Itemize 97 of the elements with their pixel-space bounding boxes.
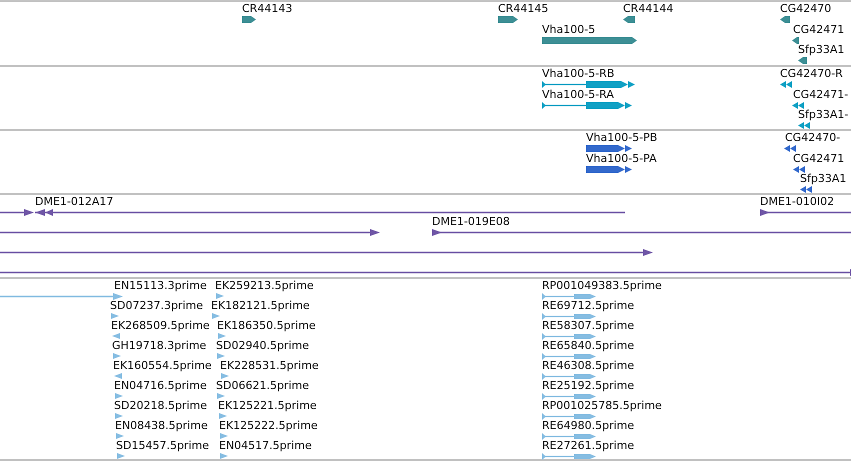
- protein-glyph[interactable]: [800, 186, 810, 193]
- est-glyph[interactable]: [115, 413, 123, 419]
- feature-label: EK259213.5prime: [215, 280, 314, 292]
- gene-glyph[interactable]: [242, 16, 256, 23]
- transcript-glyph[interactable]: [542, 81, 637, 88]
- feature-label: DME1-012A17: [35, 196, 114, 208]
- est-glyph[interactable]: [218, 333, 226, 339]
- feature-label: RE69712.5prime: [542, 300, 634, 312]
- est-glyph[interactable]: [217, 353, 225, 359]
- feature-label: EK125222.5prime: [219, 420, 318, 432]
- gene-glyph[interactable]: [498, 16, 518, 23]
- gene-glyph[interactable]: [623, 16, 635, 23]
- feature-label: EN15113.3prime: [114, 280, 207, 292]
- feature-label: GH19718.3prime: [112, 340, 206, 352]
- feature-label: EN08438.5prime: [115, 420, 208, 432]
- est-glyph[interactable]: [219, 413, 227, 419]
- est-glyph[interactable]: [212, 313, 220, 319]
- est-glyph[interactable]: [112, 333, 120, 339]
- protein-glyph[interactable]: [586, 166, 634, 172]
- est-glyph[interactable]: [542, 353, 596, 360]
- feature-label: Vha100-5-PA: [586, 152, 657, 164]
- est-glyph[interactable]: [116, 433, 124, 439]
- feature-label: DME1-010I02: [760, 196, 834, 208]
- est-glyph[interactable]: [115, 393, 123, 399]
- feature-label: SD07237.3prime: [110, 300, 203, 312]
- est-glyph[interactable]: [111, 313, 119, 319]
- est-glyph[interactable]: [220, 453, 228, 459]
- feature-label: RE64980.5prime: [542, 420, 634, 432]
- est-glyph[interactable]: [542, 293, 596, 300]
- feature-label: SD06621.5prime: [216, 380, 309, 392]
- feature-label: RE46308.5prime: [542, 360, 634, 372]
- feature-label: Vha100-5-PB: [586, 132, 658, 144]
- clone-glyph[interactable]: [35, 209, 625, 216]
- feature-label: CR44144: [623, 3, 674, 15]
- feature-label: SD15457.5prime: [116, 440, 209, 452]
- feature-label: RP001025785.5prime: [542, 400, 662, 412]
- feature-label: Sfp33A1-: [798, 109, 848, 121]
- feature-label: EN04716.5prime: [114, 380, 207, 392]
- est-glyph[interactable]: [113, 353, 121, 359]
- feature-label: CG42471: [793, 24, 844, 36]
- feature-label: Vha100-5: [542, 24, 596, 36]
- gene-glyph[interactable]: [780, 16, 790, 23]
- est-glyph[interactable]: [542, 453, 596, 460]
- feature-label: Vha100-5-RA: [542, 88, 614, 100]
- gene-glyph[interactable]: [792, 36, 799, 44]
- est-glyph[interactable]: [542, 393, 596, 400]
- clone-glyph[interactable]: [432, 229, 851, 236]
- feature-label: CG42470-R: [780, 68, 843, 80]
- clone-glyph[interactable]: [0, 209, 34, 216]
- clone-glyph[interactable]: [760, 209, 851, 216]
- est-glyph[interactable]: [217, 393, 225, 399]
- feature-label: RE58307.5prime: [542, 320, 634, 332]
- protein-glyph[interactable]: [586, 145, 634, 152]
- est-glyph[interactable]: [221, 373, 229, 379]
- feature-label: SD02940.5prime: [216, 340, 309, 352]
- est-glyph[interactable]: [542, 413, 596, 420]
- feature-label: Sfp33A1: [800, 173, 846, 185]
- feature-label: RP001049383.5prime: [542, 280, 662, 292]
- feature-label: RE27261.5prime: [542, 440, 634, 452]
- feature-label: CR44143: [242, 3, 292, 15]
- feature-label: EN04517.5prime: [219, 440, 312, 452]
- est-glyph[interactable]: [216, 293, 224, 299]
- est-glyph[interactable]: [542, 373, 596, 380]
- transcript-glyph[interactable]: [542, 102, 634, 108]
- est-glyph[interactable]: [114, 373, 122, 379]
- gene-glyph[interactable]: [542, 36, 637, 44]
- est-glyph[interactable]: [542, 333, 596, 340]
- feature-label: DME1-019E08: [432, 216, 510, 228]
- feature-label: SD20218.5prime: [114, 400, 207, 412]
- feature-label: CG42471: [793, 152, 844, 164]
- clone-glyph[interactable]: [0, 249, 653, 256]
- clone-glyph[interactable]: [0, 269, 851, 276]
- feature-label: RE25192.5prime: [542, 380, 634, 392]
- feature-label: EK125221.5prime: [218, 400, 317, 412]
- feature-label: CR44145: [498, 3, 548, 15]
- feature-label: EK160554.5prime: [113, 360, 212, 372]
- feature-label: RE65840.5prime: [542, 340, 634, 352]
- feature-label: Vha100-5-RB: [542, 68, 614, 80]
- feature-label: CG42470: [780, 3, 832, 15]
- protein-glyph[interactable]: [793, 166, 802, 172]
- feature-label: EK268509.5prime: [111, 320, 210, 332]
- clone-glyph[interactable]: [0, 229, 380, 236]
- transcript-glyph[interactable]: [798, 122, 810, 129]
- transcript-glyph[interactable]: [780, 81, 792, 88]
- est-glyph[interactable]: [0, 293, 123, 300]
- feature-label: CG42471-: [793, 88, 848, 100]
- gene-glyph[interactable]: [798, 57, 807, 64]
- feature-label: CG42470-: [785, 132, 840, 144]
- est-glyph[interactable]: [542, 313, 596, 320]
- est-glyph[interactable]: [220, 433, 228, 439]
- feature-label: EK186350.5prime: [217, 320, 316, 332]
- est-glyph[interactable]: [117, 453, 125, 459]
- transcript-glyph[interactable]: [792, 102, 802, 108]
- est-glyph[interactable]: [542, 433, 596, 440]
- feature-label: EK228531.5prime: [220, 360, 319, 372]
- feature-label: Sfp33A1: [798, 44, 844, 56]
- feature-label: EK182121.5prime: [211, 300, 310, 312]
